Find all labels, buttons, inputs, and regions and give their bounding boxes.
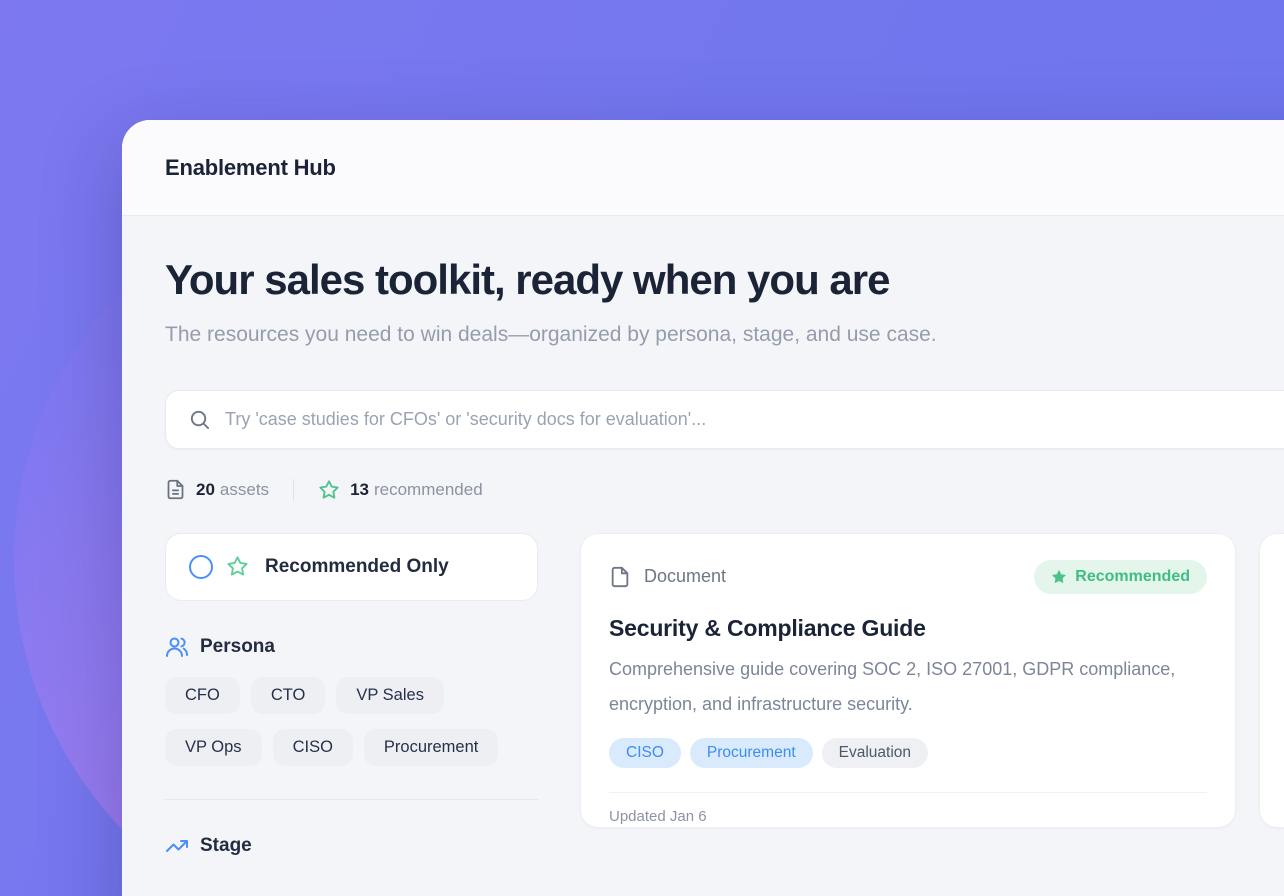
asset-title: Security & Compliance Guide bbox=[609, 615, 1207, 642]
window-header: Enablement Hub bbox=[122, 120, 1284, 216]
recommended-badge: Recommended bbox=[1034, 560, 1207, 594]
radio-circle-icon[interactable] bbox=[189, 555, 213, 579]
persona-chip-procurement[interactable]: Procurement bbox=[364, 729, 498, 766]
desktop-background: Enablement Hub Your sales toolkit, ready… bbox=[0, 0, 1284, 896]
recommended-label: recommended bbox=[374, 480, 483, 500]
stage-section-header: Stage bbox=[165, 834, 538, 858]
users-icon bbox=[165, 635, 189, 659]
tag-ciso: CISO bbox=[609, 738, 681, 768]
persona-chip-ciso[interactable]: CISO bbox=[273, 729, 353, 766]
star-filled-icon bbox=[1051, 569, 1067, 585]
persona-section-header: Persona bbox=[165, 635, 538, 659]
recommended-badge-label: Recommended bbox=[1075, 568, 1190, 586]
filter-sidebar: Recommended Only Persona bbox=[165, 533, 538, 858]
enablement-hub-window: Enablement Hub Your sales toolkit, ready… bbox=[122, 120, 1284, 896]
persona-chip-vp-sales[interactable]: VP Sales bbox=[336, 677, 444, 714]
assets-count: 20 bbox=[196, 480, 215, 500]
asset-card-partial[interactable] bbox=[1259, 533, 1284, 828]
asset-card-grid: Document Recommended bbox=[580, 533, 1284, 828]
recommended-only-label: Recommended Only bbox=[265, 556, 449, 578]
persona-section-label: Persona bbox=[200, 636, 275, 658]
persona-chip-cfo[interactable]: CFO bbox=[165, 677, 240, 714]
asset-description: Comprehensive guide covering SOC 2, ISO … bbox=[609, 652, 1189, 722]
assets-label: assets bbox=[220, 480, 269, 500]
file-icon bbox=[609, 566, 631, 588]
file-text-icon bbox=[165, 479, 186, 500]
page-subtitle: The resources you need to win deals—orga… bbox=[165, 318, 965, 352]
persona-chip-vp-ops[interactable]: VP Ops bbox=[165, 729, 262, 766]
main-content: Your sales toolkit, ready when you are T… bbox=[122, 216, 1284, 858]
persona-chip-list: CFO CTO VP Sales VP Ops CISO Procurement bbox=[165, 677, 538, 766]
tag-evaluation: Evaluation bbox=[822, 738, 928, 768]
recommended-only-toggle[interactable]: Recommended Only bbox=[165, 533, 538, 601]
search-icon bbox=[188, 408, 211, 431]
app-title: Enablement Hub bbox=[165, 155, 336, 181]
star-outline-icon bbox=[318, 479, 340, 501]
tag-procurement: Procurement bbox=[690, 738, 813, 768]
asset-updated-date: Updated Jan 6 bbox=[609, 792, 1207, 825]
asset-card-security-compliance[interactable]: Document Recommended bbox=[580, 533, 1236, 828]
asset-tag-list: CISO Procurement Evaluation bbox=[609, 738, 1207, 768]
asset-type: Document bbox=[609, 566, 726, 588]
asset-type-label: Document bbox=[644, 566, 726, 587]
trending-up-icon bbox=[165, 834, 189, 858]
results-stats: 20 assets 13 recommended bbox=[165, 479, 1284, 501]
persona-chip-cto[interactable]: CTO bbox=[251, 677, 326, 714]
divider bbox=[293, 479, 294, 501]
stage-section-label: Stage bbox=[200, 835, 252, 857]
search-input[interactable] bbox=[225, 409, 1284, 430]
page-title: Your sales toolkit, ready when you are bbox=[165, 256, 1284, 304]
recommended-count: 13 bbox=[350, 480, 369, 500]
sidebar-divider bbox=[165, 799, 538, 800]
star-outline-icon bbox=[226, 555, 249, 578]
search-bar[interactable] bbox=[165, 390, 1284, 449]
